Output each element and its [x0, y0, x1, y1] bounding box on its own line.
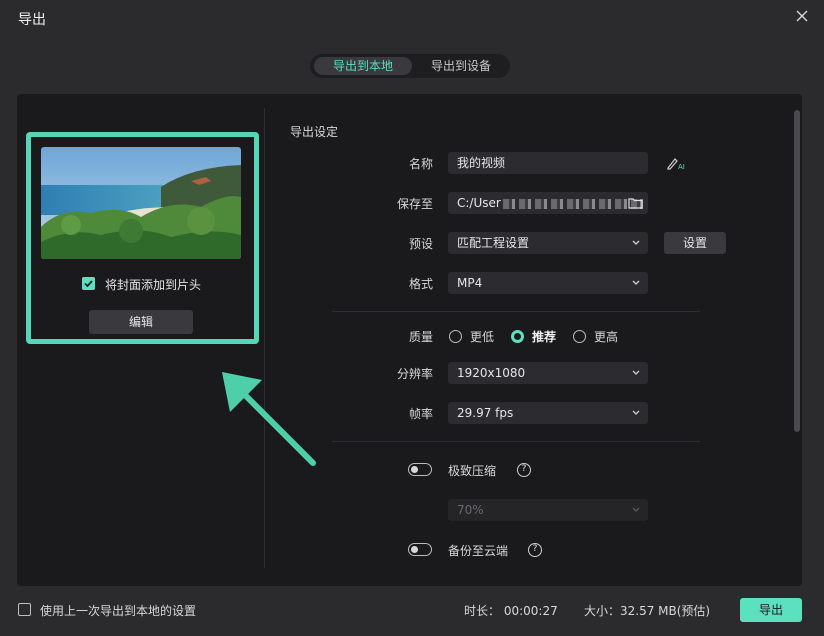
quality-lower-label: 更低 — [470, 330, 495, 344]
svg-text:AI: AI — [678, 163, 685, 171]
format-label: 格式 — [408, 277, 433, 291]
help-icon[interactable]: ? — [528, 543, 542, 557]
panel-divider — [264, 108, 265, 568]
resolution-label: 分辨率 — [396, 367, 433, 381]
tab-export-local[interactable]: 导出到本地 — [314, 57, 412, 75]
quality-radio-lower[interactable] — [449, 330, 462, 343]
help-icon[interactable]: ? — [517, 463, 531, 477]
quality-radio-recommended[interactable] — [511, 330, 524, 343]
extreme-compress-toggle[interactable] — [408, 463, 432, 476]
export-settings-title: 导出设定 — [290, 125, 339, 139]
add-cover-checkbox[interactable] — [82, 277, 95, 290]
framerate-label: 帧率 — [408, 407, 433, 421]
framerate-select[interactable]: 29.97 fps — [448, 402, 648, 424]
save-to-label: 保存至 — [396, 197, 433, 211]
cloud-backup-label: 备份至云端 — [448, 544, 509, 558]
preset-select[interactable]: 匹配工程设置 — [448, 232, 648, 254]
toggle-knob — [411, 545, 418, 553]
chevron-down-icon — [632, 240, 640, 245]
name-label: 名称 — [408, 157, 433, 171]
edit-cover-button[interactable]: 编辑 — [89, 310, 193, 334]
save-path-text: C:/User — [457, 196, 501, 210]
folder-icon[interactable] — [628, 197, 643, 209]
resolution-value: 1920x1080 — [457, 366, 526, 380]
remember-settings-label: 使用上一次导出到本地的设置 — [40, 604, 197, 618]
export-tabs: 导出到本地 导出到设备 — [310, 54, 510, 78]
close-icon[interactable] — [794, 8, 810, 24]
format-value: MP4 — [457, 276, 483, 290]
remember-settings-checkbox[interactable] — [18, 603, 31, 616]
toggle-knob — [411, 465, 418, 473]
chevron-down-icon — [632, 410, 640, 415]
section-divider — [332, 441, 700, 442]
arrow-pointer-icon — [222, 372, 316, 466]
preset-value: 匹配工程设置 — [457, 236, 530, 250]
duration-text: 时长： 00:00:27 — [464, 604, 558, 618]
name-input[interactable]: 我的视频 — [448, 152, 648, 174]
format-select[interactable]: MP4 — [448, 272, 648, 294]
compress-level-select: 70% — [448, 499, 648, 521]
preset-settings-button[interactable]: 设置 — [664, 232, 726, 254]
settings-scrollbar[interactable] — [794, 110, 800, 432]
export-button[interactable]: 导出 — [740, 598, 802, 622]
chevron-down-icon — [632, 280, 640, 285]
quality-radio-higher[interactable] — [573, 330, 586, 343]
quality-label: 质量 — [408, 330, 433, 344]
resolution-select[interactable]: 1920x1080 — [448, 362, 648, 384]
preset-label: 预设 — [408, 237, 433, 251]
redacted-path — [502, 198, 643, 209]
cover-thumbnail — [41, 147, 241, 259]
add-cover-label: 将封面添加到片头 — [105, 278, 202, 292]
chevron-down-icon — [632, 370, 640, 375]
chevron-down-icon — [632, 507, 640, 512]
tab-export-device[interactable]: 导出到设备 — [416, 57, 506, 75]
extreme-compress-label: 极致压缩 — [448, 464, 497, 478]
framerate-value: 29.97 fps — [457, 406, 514, 420]
compress-level-value: 70% — [457, 503, 484, 517]
window-title: 导出 — [18, 12, 46, 28]
save-path-input[interactable]: C:/User — [448, 192, 648, 214]
section-divider — [332, 311, 700, 312]
quality-higher-label: 更高 — [594, 330, 619, 344]
quality-recommended-label: 推荐 — [532, 330, 557, 344]
estimated-size-text: 大小：32.57 MB(预估) — [584, 604, 711, 618]
ai-rename-icon[interactable]: AI — [666, 155, 688, 171]
cloud-backup-toggle[interactable] — [408, 543, 432, 556]
